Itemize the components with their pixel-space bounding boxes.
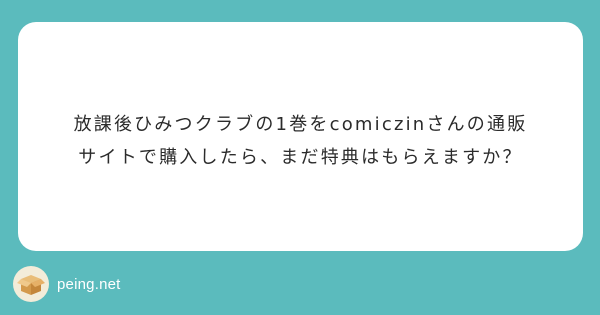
question-card: 放課後ひみつクラブの1巻をcomiczinさんの通販サイトで購入したら、まだ特典… bbox=[18, 22, 583, 251]
box-icon bbox=[13, 266, 49, 302]
site-name[interactable]: peing.net bbox=[57, 276, 121, 293]
footer-branding: peing.net bbox=[13, 265, 121, 303]
question-text: 放課後ひみつクラブの1巻をcomiczinさんの通販サイトで購入したら、まだ特典… bbox=[73, 113, 528, 168]
